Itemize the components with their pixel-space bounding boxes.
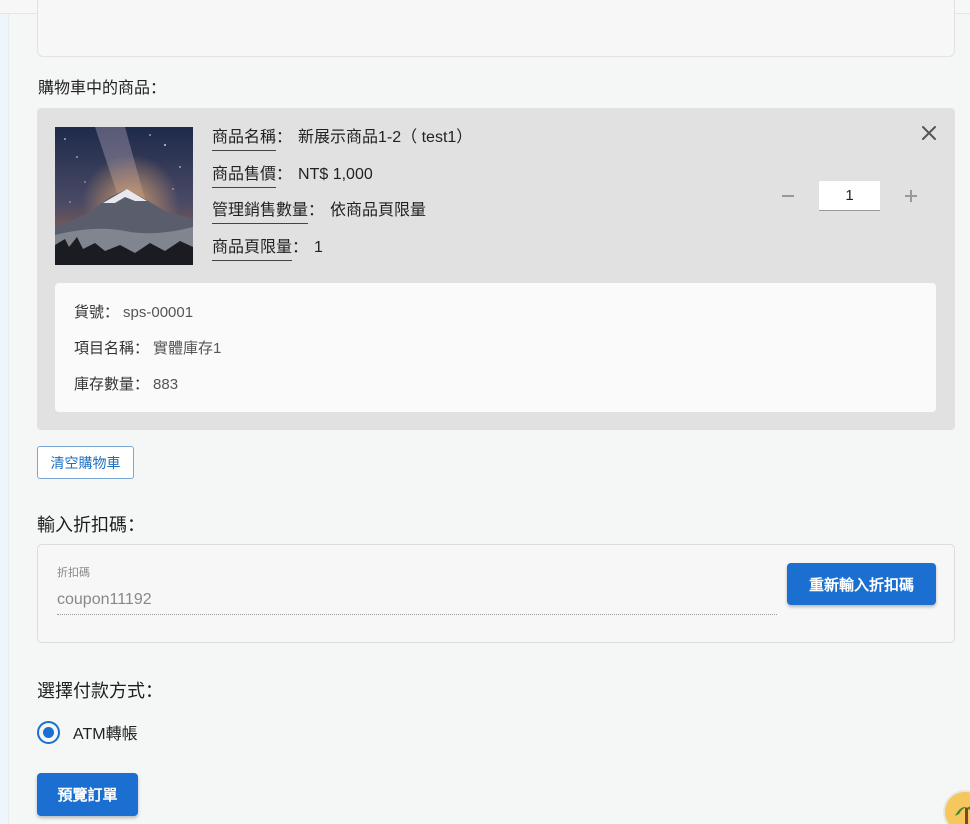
preview-order-button[interactable]: 預覽訂單 [37,773,138,816]
clear-cart-button[interactable]: 清空購物車 [37,446,134,479]
stock-qty-value: 883 [153,376,179,393]
previous-section-box [37,0,955,57]
manage-sales-row: 管理銷售數量 ： 依商品頁限量 [212,200,712,237]
product-name-key: 商品名稱 [212,127,277,151]
quantity-input[interactable] [819,181,880,211]
payment-section-title: 選擇付款方式： [37,681,163,701]
payment-option-label: ATM轉帳 [73,726,138,743]
cart-section-label: 購物車中的商品： [38,80,167,97]
product-name-value: 新展示商品1-2（ test1） [298,129,473,146]
manage-sales-value: 依商品頁限量 [330,202,427,219]
plus-icon [905,190,917,202]
sku-key: 貨號： [74,304,120,321]
product-price-value: NT$ 1,000 [298,165,373,183]
stock-qty-key: 庫存數量： [74,376,150,393]
page-limit-value: 1 [314,238,323,256]
sku-value: sps-00001 [123,304,194,321]
quantity-stepper [777,180,922,212]
floating-avatar[interactable] [943,790,970,824]
close-icon [922,126,936,140]
separator: ： [308,202,325,219]
item-name-key: 項目名稱： [74,340,150,357]
radio-button[interactable] [37,720,60,744]
product-price-row: 商品售價 ： NT$ 1,000 [212,164,712,201]
increase-quantity-button[interactable] [900,185,922,207]
stock-qty-row: 庫存數量： 883 [74,375,936,411]
coupon-box: 折扣碼 重新輸入折扣碼 [37,544,955,643]
page-limit-key: 商品頁限量 [212,237,293,261]
product-info: 商品名稱 ： 新展示商品1-2（ test1） 商品售價 ： NT$ 1,000… [212,127,712,273]
radio-selected-dot [43,726,54,738]
item-name-row: 項目名稱： 實體庫存1 [74,339,936,375]
decrease-quantity-button[interactable] [777,185,799,207]
coupon-field-label: 折扣碼 [57,567,90,579]
palm-tree-icon [945,792,970,824]
sku-row: 貨號： sps-00001 [74,303,936,339]
manage-sales-key: 管理銷售數量 [212,200,309,224]
minus-icon [782,195,794,197]
payment-option-atm[interactable]: ATM轉帳 [37,720,138,744]
coupon-input[interactable] [57,585,777,615]
product-name-row: 商品名稱 ： 新展示商品1-2（ test1） [212,127,712,164]
separator: ： [292,238,309,256]
item-name-value: 實體庫存1 [153,340,222,357]
separator: ： [276,165,293,183]
separator: ： [276,129,293,146]
stock-details-box: 貨號： sps-00001 項目名稱： 實體庫存1 庫存數量： 883 [55,283,936,412]
remove-item-button[interactable] [919,123,939,143]
product-price-key: 商品售價 [212,164,277,188]
coupon-section-title: 輸入折扣碼： [37,515,145,535]
reenter-coupon-button[interactable]: 重新輸入折扣碼 [787,563,936,605]
page-limit-row: 商品頁限量 ： 1 [212,237,712,274]
left-edge-panel [0,14,9,824]
cart-item-card: 商品名稱 ： 新展示商品1-2（ test1） 商品售價 ： NT$ 1,000… [37,108,955,430]
product-thumbnail [55,127,193,265]
